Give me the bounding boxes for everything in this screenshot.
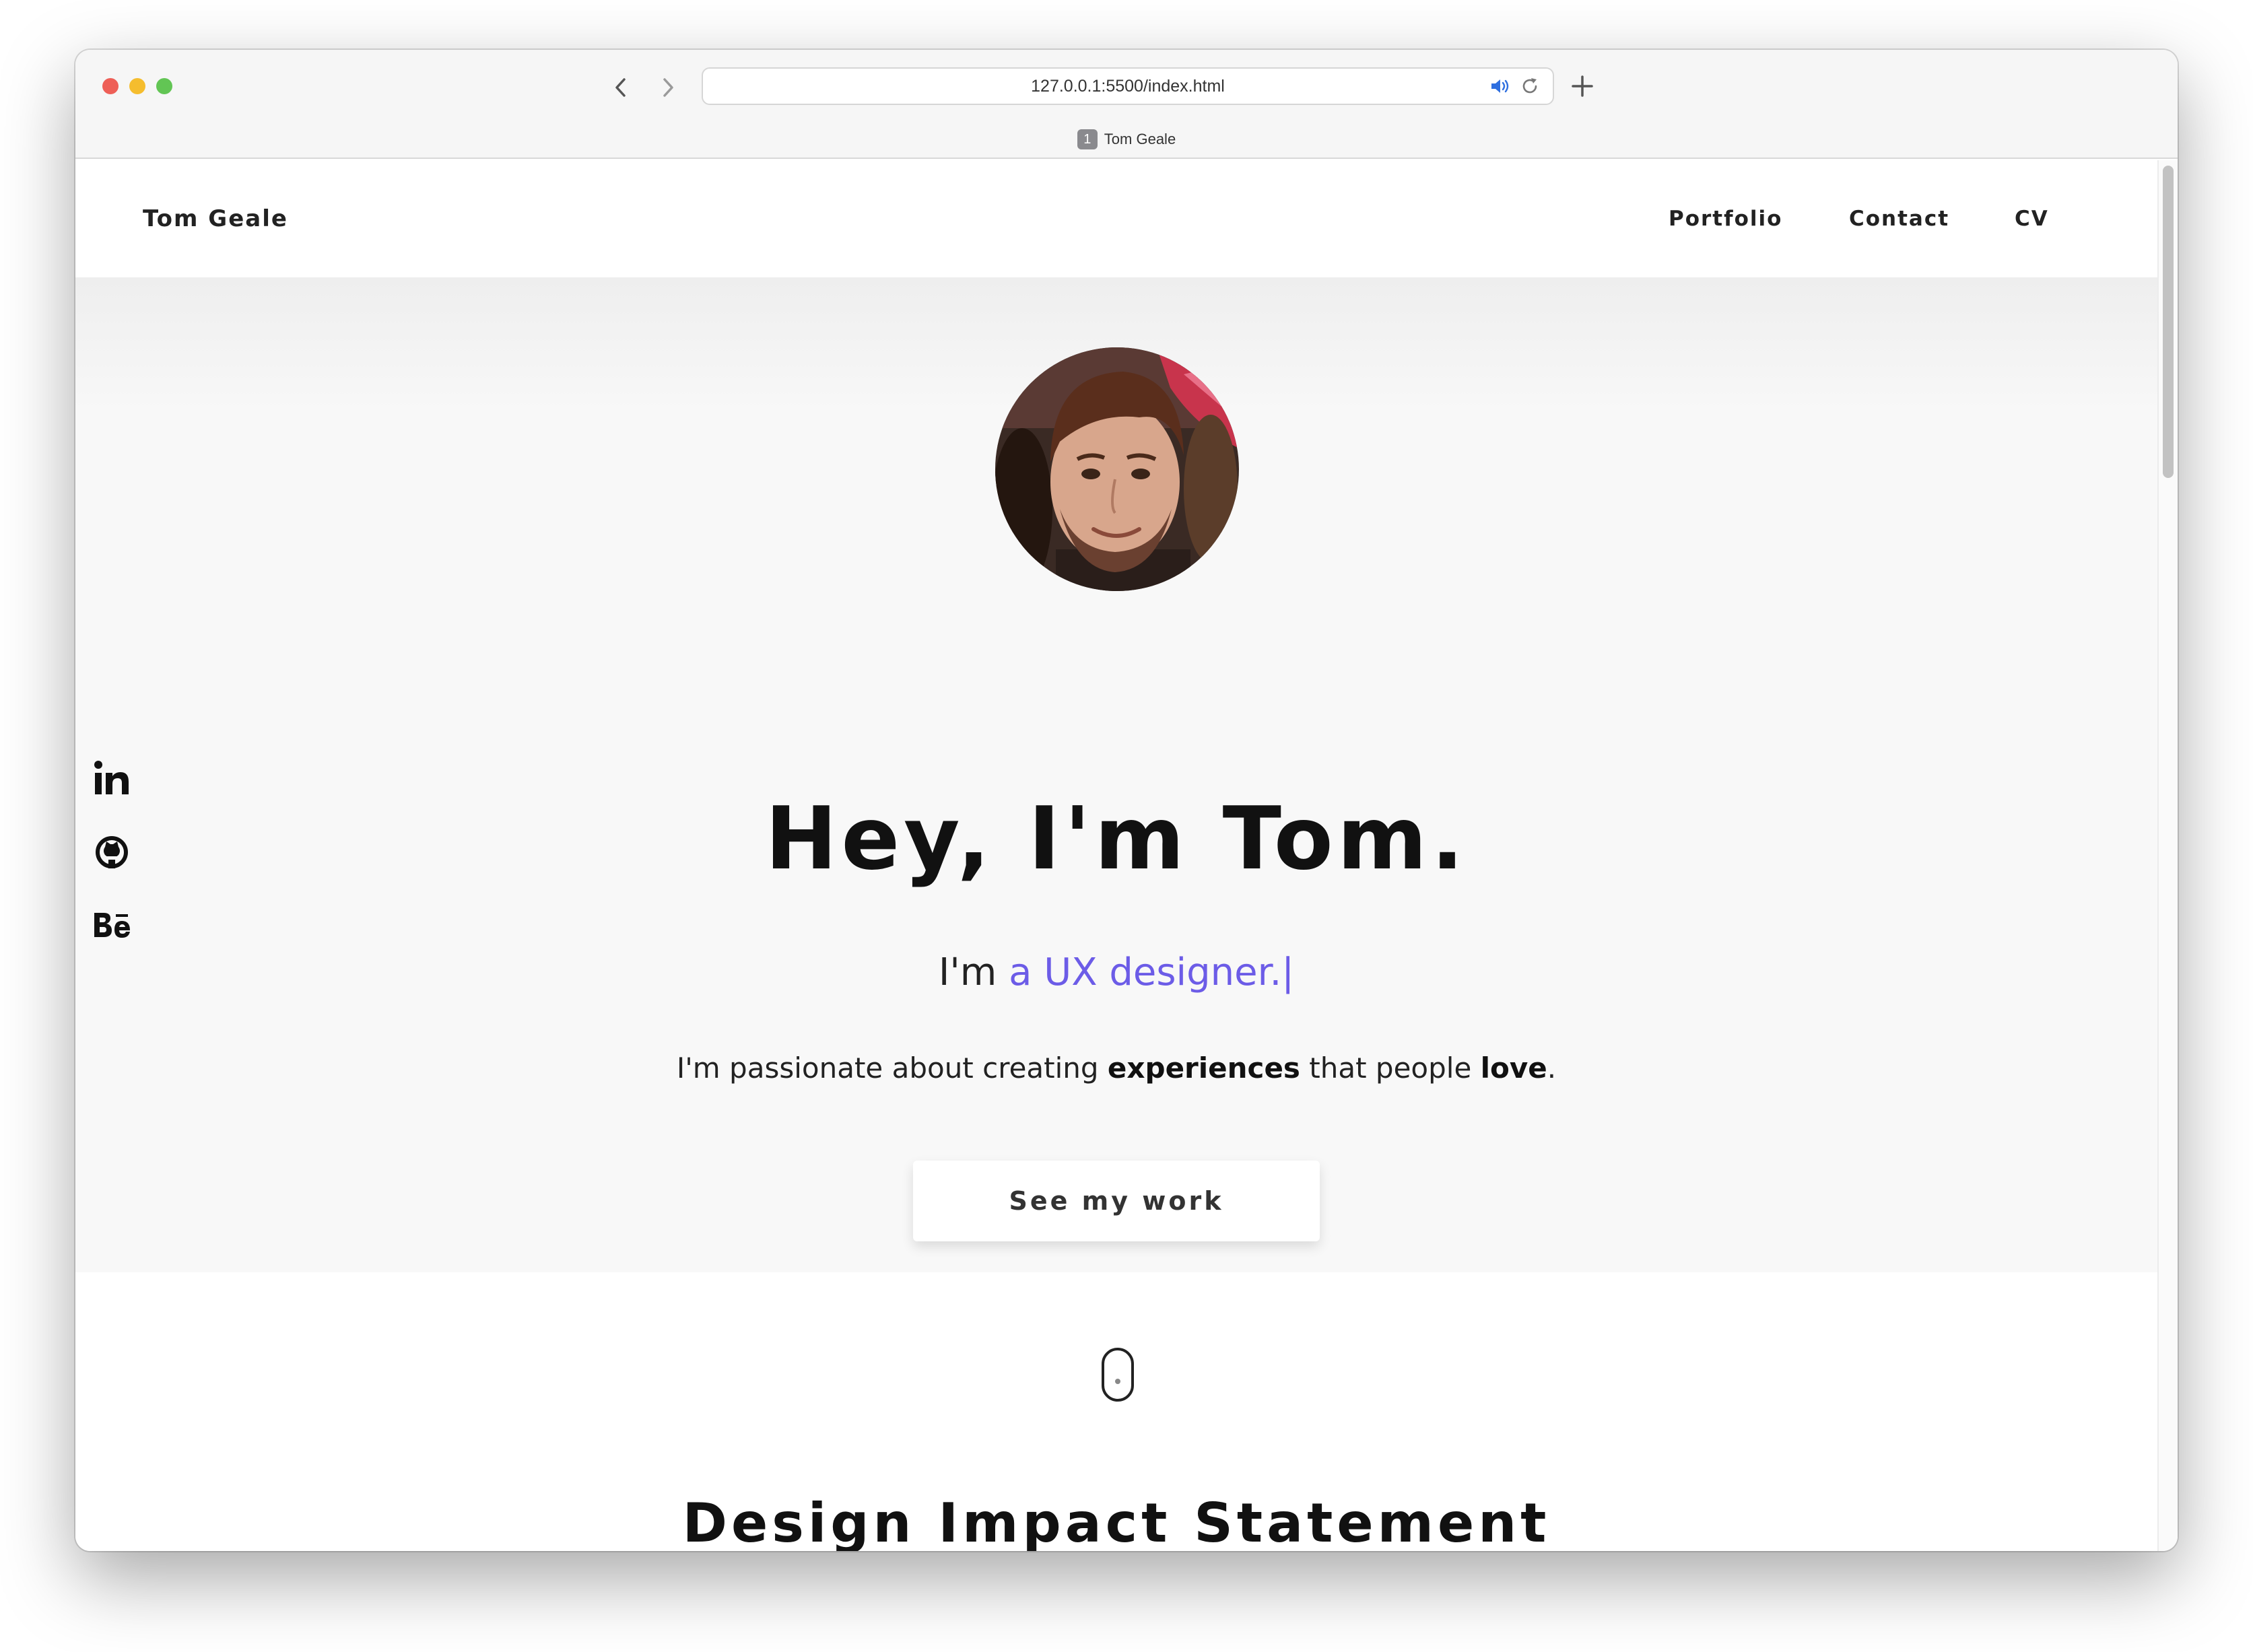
tagline-part-3: . bbox=[1547, 1052, 1557, 1085]
nav-link-portfolio[interactable]: Portfolio bbox=[1669, 160, 1782, 277]
plus-icon[interactable] bbox=[1566, 70, 1599, 102]
nav-link-contact[interactable]: Contact bbox=[1849, 160, 1949, 277]
browser-window: 127.0.0.1:5500/index.html 1 Tom Geale To… bbox=[75, 50, 2178, 1551]
close-window-button[interactable] bbox=[102, 78, 119, 94]
behance-link[interactable] bbox=[90, 903, 133, 947]
see-my-work-button[interactable]: See my work bbox=[913, 1161, 1320, 1241]
section-heading: Design Impact Statement bbox=[682, 1492, 1551, 1551]
nav-link-cv[interactable]: CV bbox=[2015, 160, 2049, 277]
forward-chevron-icon bbox=[663, 78, 673, 97]
site-brand-link[interactable]: Tom Geale bbox=[143, 160, 288, 277]
tagline-part-2: that people bbox=[1300, 1052, 1481, 1085]
tab[interactable]: 1 Tom Geale bbox=[75, 128, 2178, 151]
avatar bbox=[995, 347, 1239, 591]
hero-heading: Hey, I'm Tom. bbox=[765, 789, 1468, 889]
tagline-bold-love: love bbox=[1480, 1052, 1547, 1085]
zoom-window-button[interactable] bbox=[156, 78, 172, 94]
address-bar-url: 127.0.0.1:5500/index.html bbox=[1031, 77, 1225, 96]
tab-index-badge: 1 bbox=[1077, 129, 1098, 149]
browser-toolbar: 127.0.0.1:5500/index.html 1 Tom Geale bbox=[75, 50, 2178, 159]
screen: 127.0.0.1:5500/index.html 1 Tom Geale To… bbox=[0, 0, 2253, 1652]
tagline-bold-experiences: experiences bbox=[1107, 1052, 1300, 1085]
page-scrollbar[interactable] bbox=[2157, 160, 2178, 1551]
typed-prefix: I'm bbox=[938, 951, 1009, 994]
tagline-part-1: I'm passionate about creating bbox=[676, 1052, 1108, 1085]
site-navbar: Tom Geale Portfolio Contact CV bbox=[75, 160, 2157, 277]
forward-button[interactable] bbox=[654, 74, 681, 101]
back-chevron-icon bbox=[615, 78, 626, 97]
minimize-window-button[interactable] bbox=[129, 78, 145, 94]
hero-tagline: I'm passionate about creating experience… bbox=[75, 1052, 2157, 1085]
behance-icon bbox=[94, 913, 130, 938]
address-bar[interactable]: 127.0.0.1:5500/index.html bbox=[702, 67, 1554, 105]
hero-section: Hey, I'm Tom. I'm a UX designer.| I'm pa… bbox=[75, 277, 2157, 1402]
back-button[interactable] bbox=[607, 74, 634, 101]
tab-title: Tom Geale bbox=[1104, 131, 1176, 147]
typed-role-text: a UX designer.| bbox=[1009, 951, 1295, 994]
reload-icon[interactable] bbox=[1519, 75, 1541, 97]
page-viewport: Tom Geale Portfolio Contact CV Hey, I'm … bbox=[75, 160, 2178, 1551]
typed-role-line: I'm a UX designer.| bbox=[75, 951, 2157, 994]
speaker-icon[interactable] bbox=[1489, 76, 1511, 96]
scrollbar-thumb[interactable] bbox=[2163, 166, 2174, 478]
profile-photo bbox=[995, 347, 1239, 591]
mouse-scroll-icon[interactable] bbox=[1099, 1346, 1137, 1403]
